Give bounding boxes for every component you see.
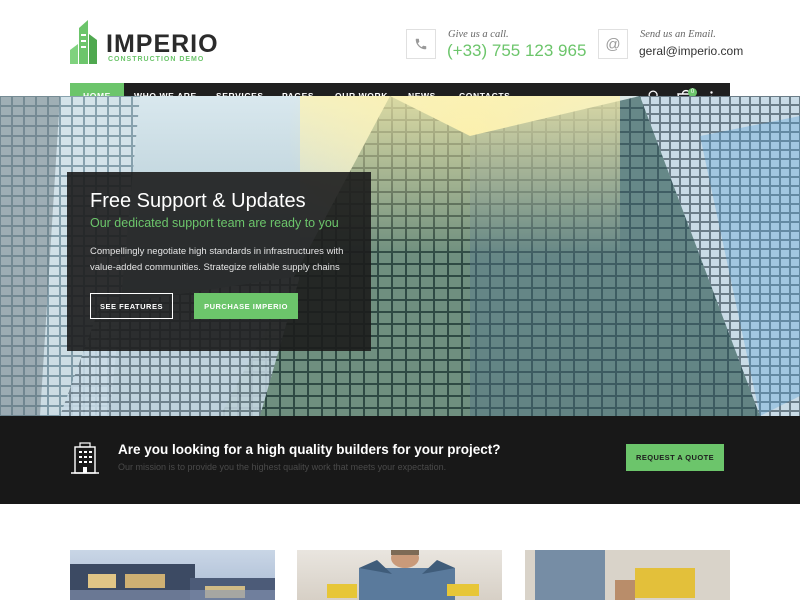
quote-banner-subtitle: Our mission is to provide you the highes… xyxy=(118,462,447,472)
phone-label: Give us a call. xyxy=(448,29,509,40)
modern-house-image[interactable] xyxy=(70,550,275,600)
hero-card: Free Support & Updates Our dedicated sup… xyxy=(67,172,371,351)
logo-name: IMPERIO xyxy=(106,30,219,58)
see-features-button[interactable]: SEE FEATURES xyxy=(90,293,173,319)
hero-slider: Free Support & Updates Our dedicated sup… xyxy=(0,96,800,416)
hero-subtitle: Our dedicated support team are ready to … xyxy=(90,216,339,230)
quote-banner: Are you looking for a high quality build… xyxy=(0,416,800,504)
phone-number[interactable]: (+33) 755 123 965 xyxy=(447,41,586,61)
worker-image[interactable] xyxy=(297,550,502,600)
request-quote-button[interactable]: REQUEST A QUOTE xyxy=(626,444,724,471)
email-label: Send us an Email. xyxy=(640,29,716,40)
purchase-button[interactable]: PURCHASE IMPERIO xyxy=(194,293,298,319)
phone-icon xyxy=(406,29,436,59)
at-icon: @ xyxy=(598,29,628,59)
building-icon xyxy=(71,442,99,474)
email-address[interactable]: geral@imperio.com xyxy=(639,44,743,58)
logo-building-icon xyxy=(70,20,97,64)
tools-image[interactable] xyxy=(525,550,730,600)
logo[interactable]: IMPERIO CONSTRUCTION DEMO xyxy=(70,20,218,64)
site-header: IMPERIO CONSTRUCTION DEMO Give us a call… xyxy=(0,0,800,83)
contact-email: @ Send us an Email. geral@imperio.com xyxy=(598,29,743,61)
quote-banner-title: Are you looking for a high quality build… xyxy=(118,442,501,457)
hero-title: Free Support & Updates xyxy=(90,190,306,212)
logo-tagline: CONSTRUCTION DEMO xyxy=(108,56,205,63)
contact-phone: Give us a call. (+33) 755 123 965 xyxy=(406,29,586,61)
hero-text: Compellingly negotiate high standards in… xyxy=(90,246,344,273)
